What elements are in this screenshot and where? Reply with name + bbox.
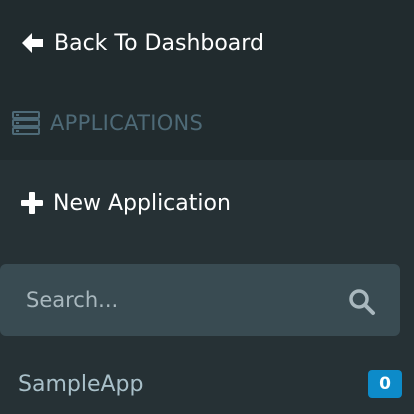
applications-section-title: APPLICATIONS <box>50 111 204 135</box>
sidebar: Back To Dashboard APPLICATIONS New Appli… <box>0 0 414 414</box>
search-icon[interactable] <box>348 288 376 316</box>
plus-icon <box>20 191 44 215</box>
sidebar-header: Back To Dashboard APPLICATIONS <box>0 0 414 160</box>
back-to-dashboard-label: Back To Dashboard <box>54 30 264 56</box>
search-input[interactable] <box>24 279 328 321</box>
arrow-left-icon <box>20 30 46 56</box>
server-list-icon <box>12 111 40 135</box>
back-to-dashboard-link[interactable]: Back To Dashboard <box>20 26 264 60</box>
new-application-label: New Application <box>53 190 231 216</box>
search-box <box>0 264 400 336</box>
application-list-item[interactable]: SampleApp 0 <box>18 364 402 404</box>
application-count-badge: 0 <box>368 370 402 398</box>
applications-section-header: APPLICATIONS <box>12 106 203 140</box>
new-application-button[interactable]: New Application <box>20 186 231 220</box>
application-name: SampleApp <box>18 371 144 397</box>
